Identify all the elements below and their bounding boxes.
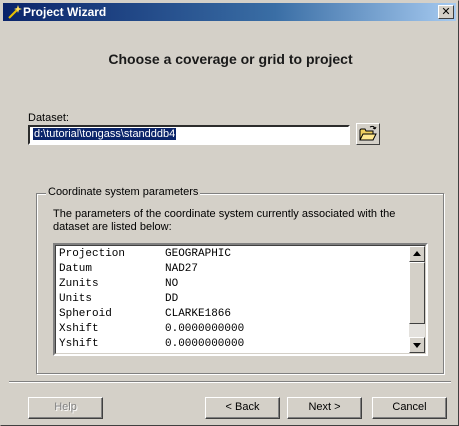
- scroll-down-button[interactable]: [409, 337, 425, 353]
- parameter-name: Projection: [59, 248, 126, 260]
- close-button[interactable]: ✕: [438, 5, 454, 19]
- next-button[interactable]: Next >: [287, 397, 362, 419]
- scroll-thumb[interactable]: [409, 262, 425, 324]
- button-divider: [9, 381, 451, 383]
- parameter-value: NO: [165, 278, 179, 290]
- open-folder-icon: [359, 125, 377, 141]
- dataset-label: Dataset:: [28, 112, 69, 124]
- arrow-up-icon: [413, 251, 421, 256]
- back-button[interactable]: < Back: [205, 397, 280, 419]
- title-bar[interactable]: Project Wizard ✕: [3, 3, 456, 21]
- parameter-value: CLARKE1866: [165, 308, 232, 320]
- wizard-wand-icon: [8, 5, 22, 19]
- groupbox-title: Coordinate system parameters: [46, 186, 201, 198]
- project-wizard-window: Project Wizard ✕ Choose a coverage or gr…: [0, 0, 459, 426]
- parameter-name: Xshift: [59, 323, 99, 335]
- close-icon: ✕: [441, 5, 451, 18]
- parameter-value: NAD27: [165, 263, 199, 275]
- parameter-name: Yshift: [59, 338, 99, 350]
- parameter-name: Zunits: [59, 278, 99, 290]
- parameter-name: Datum: [59, 263, 93, 275]
- page-heading: Choose a coverage or grid to project: [108, 51, 353, 67]
- dataset-input[interactable]: d:\tutorial\tongass\standddb4: [28, 125, 350, 145]
- groupbox-description: The parameters of the coordinate system …: [53, 208, 396, 233]
- parameters-listbox[interactable]: Projection GEOGRAPHIC Datum NAD27 Zunits NO…: [53, 243, 428, 356]
- parameter-value: GEOGRAPHIC: [165, 248, 232, 260]
- parameter-value: 0.0000000000: [165, 323, 245, 335]
- parameter-name: Units: [59, 293, 93, 305]
- arrow-down-icon: [413, 343, 421, 348]
- vertical-scrollbar[interactable]: [409, 246, 425, 353]
- scroll-up-button[interactable]: [409, 246, 425, 262]
- help-button[interactable]: Help: [28, 397, 103, 419]
- window-title: Project Wizard: [23, 5, 107, 19]
- parameter-value: 0.0000000000: [165, 338, 245, 350]
- parameter-name: Spheroid: [59, 308, 112, 320]
- parameter-value: DD: [165, 293, 179, 305]
- cancel-button[interactable]: Cancel: [372, 397, 447, 419]
- browse-button[interactable]: [356, 123, 380, 145]
- dataset-value: d:\tutorial\tongass\standddb4: [33, 128, 177, 140]
